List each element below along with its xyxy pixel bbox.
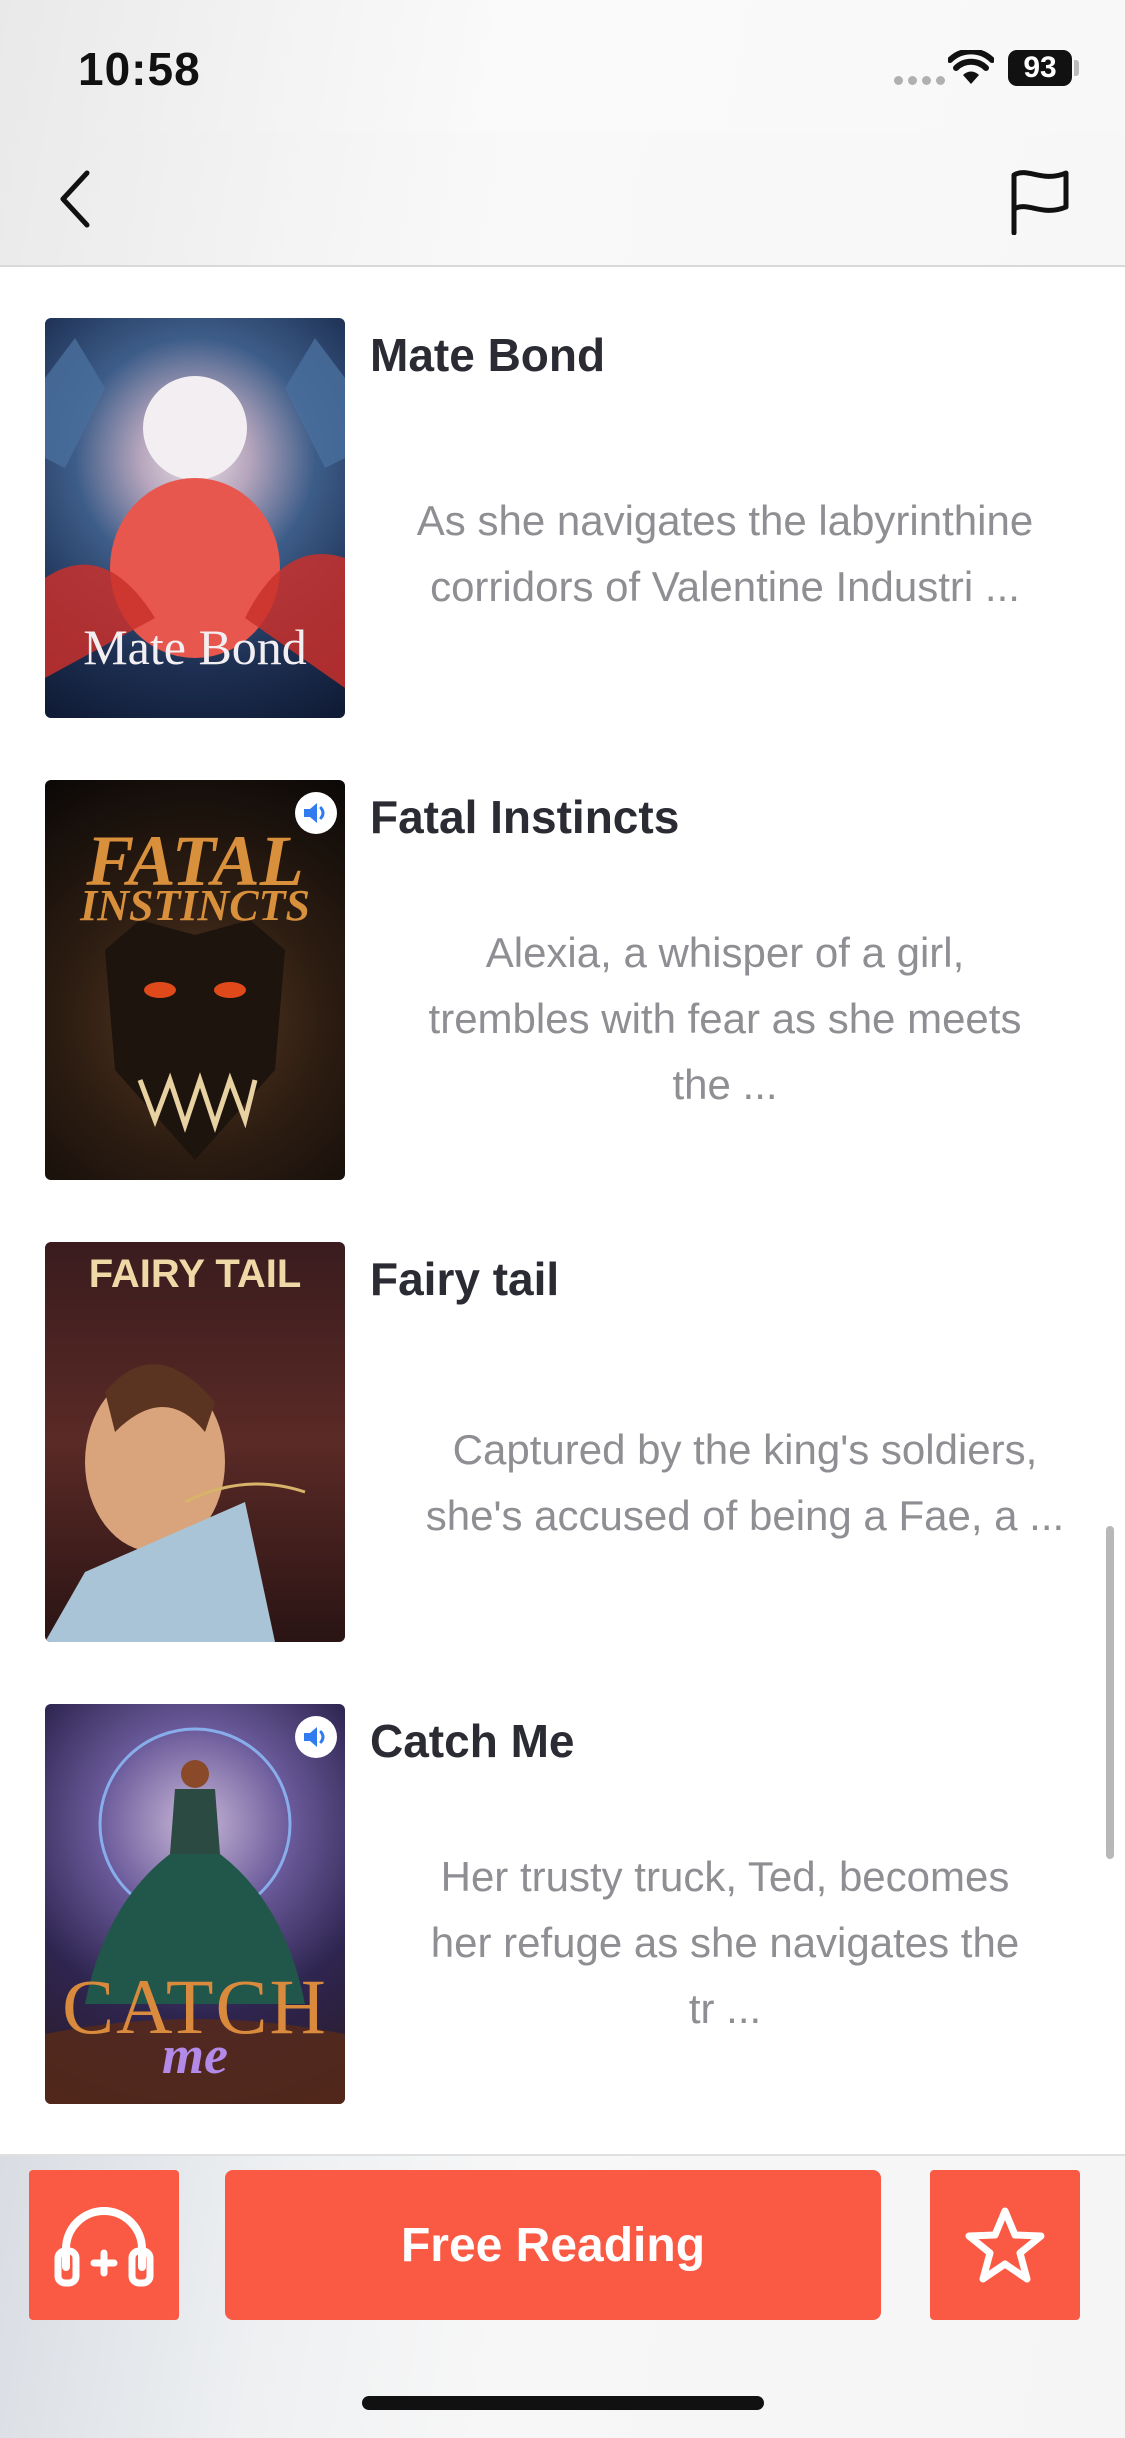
cover-subtitle: INSTINCTS	[80, 881, 310, 930]
flag-icon	[1011, 170, 1069, 235]
book-cover[interactable]: FATAL INSTINCTS	[45, 780, 345, 1180]
book-item[interactable]: FAIRY TAIL Fairy tail Captured by the ki…	[45, 1242, 1105, 1642]
description-line: As she navigates the labyrinthine	[416, 497, 1034, 544]
wifi-icon	[948, 50, 994, 84]
description-line: her refuge as she navigates the	[430, 1919, 1020, 1966]
audio-badge	[295, 792, 337, 834]
book-item[interactable]: Mate Bond Mate Bond As she navigates the…	[45, 318, 1105, 718]
book-cover[interactable]: FAIRY TAIL	[45, 1242, 345, 1642]
headphones-icon	[54, 2207, 154, 2287]
signal-icon	[894, 76, 945, 85]
description-line: Captured by the king's soldiers,	[452, 1426, 1038, 1473]
book-title[interactable]: Catch Me	[370, 1714, 574, 1768]
book-cover[interactable]: Mate Bond	[45, 318, 345, 718]
book-cover[interactable]: CATCH me	[45, 1704, 345, 2104]
add-to-library-button[interactable]	[930, 2170, 1080, 2320]
book-description: Captured by the king's soldiers, she's a…	[360, 1417, 1125, 1549]
book-description: As she navigates the labyrinthine corrid…	[365, 488, 1085, 620]
description-line: tr ...	[688, 1985, 762, 2032]
audio-badge	[295, 1716, 337, 1758]
battery-level: 93	[1008, 50, 1072, 86]
speaker-icon	[304, 1727, 325, 1747]
scrollbar[interactable]	[1106, 1526, 1114, 1859]
description-line: corridors of Valentine Industri ...	[430, 563, 1020, 610]
cover-art	[45, 1364, 306, 1642]
book-title[interactable]: Mate Bond	[370, 328, 605, 382]
back-button[interactable]	[40, 164, 110, 234]
book-title[interactable]: Fairy tail	[370, 1252, 559, 1306]
cover-title: Mate Bond	[83, 619, 307, 675]
home-indicator	[362, 2396, 764, 2410]
description-line: the ...	[672, 1061, 778, 1108]
listen-button[interactable]	[29, 2170, 179, 2320]
book-description: Alexia, a whisper of a girl, trembles wi…	[365, 920, 1085, 1118]
book-item[interactable]: CATCH me Catch Me Her trusty truck, Ted,…	[45, 1704, 1105, 2104]
description-line: Alexia, a whisper of a girl,	[485, 929, 965, 976]
cover-title: FAIRY TAIL	[88, 1252, 302, 1296]
chevron-left-icon	[60, 170, 90, 228]
description-line: Her trusty truck, Ted, becomes	[440, 1853, 1010, 1900]
book-item[interactable]: FATAL INSTINCTS Fatal Instincts Alexia, …	[45, 780, 1105, 1180]
report-flag-button[interactable]	[1000, 164, 1080, 240]
star-icon	[965, 2207, 1045, 2283]
book-title[interactable]: Fatal Instincts	[370, 790, 679, 844]
description-line: trembles with fear as she meets	[428, 995, 1022, 1042]
free-reading-button[interactable]: Free Reading	[225, 2170, 881, 2320]
book-description: Her trusty truck, Ted, becomes her refug…	[365, 1844, 1085, 2042]
battery-cap	[1074, 60, 1079, 76]
description-line: she's accused of being a Fae, a ...	[425, 1492, 1065, 1539]
speaker-icon	[304, 803, 325, 823]
status-bar: 10:58 93	[0, 0, 1125, 132]
nav-bar	[0, 132, 1125, 267]
status-time: 10:58	[78, 43, 201, 95]
cover-subtitle: me	[162, 2025, 228, 2085]
